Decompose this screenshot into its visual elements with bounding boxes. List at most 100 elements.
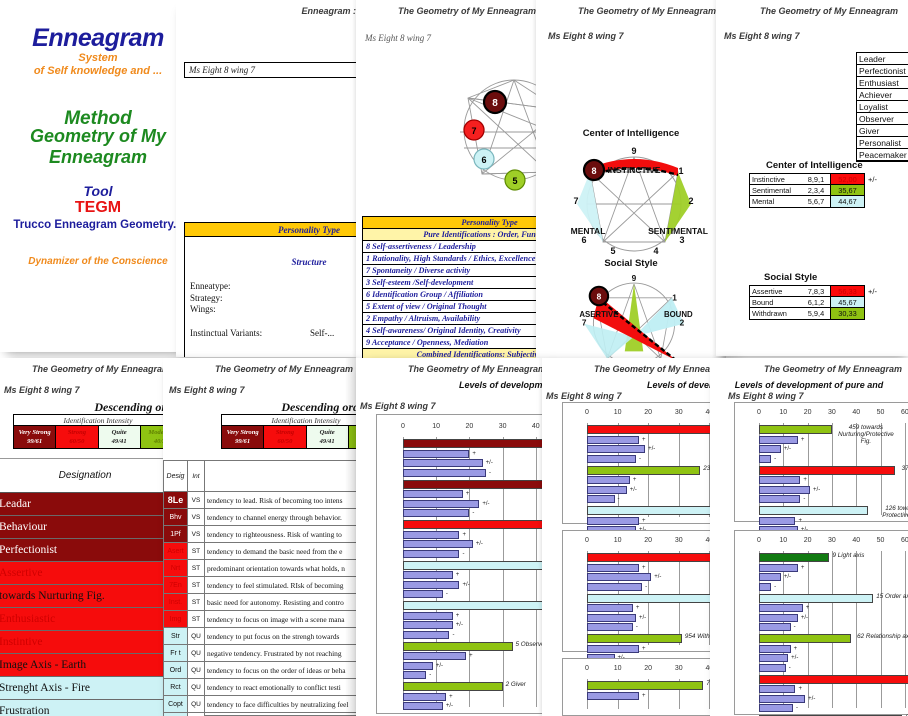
table-row[interactable]: Assertive (0, 562, 175, 585)
main-bar[interactable] (759, 506, 869, 515)
page-levels-3[interactable]: The Geometry of My Enneagram Levels of d… (710, 358, 908, 716)
sub-bar[interactable] (403, 652, 467, 660)
sub-bar[interactable] (403, 661, 433, 670)
sub-bar[interactable] (403, 630, 450, 639)
page-structure[interactable]: Enneagram : Ms Eight 8 wing 7 Personalit… (176, 0, 366, 357)
sub-bar[interactable] (587, 563, 640, 572)
sub-bar[interactable] (403, 571, 453, 579)
table-row[interactable]: Ord QU tendency to focus on the order of… (164, 662, 359, 679)
main-bar[interactable] (759, 674, 908, 684)
sub-bar[interactable] (403, 509, 470, 517)
sub-bar[interactable] (759, 445, 781, 453)
main-bar[interactable] (759, 593, 874, 603)
sub-bar[interactable] (587, 516, 640, 525)
main-bar[interactable] (403, 601, 552, 610)
table-row[interactable]: Img ST tendency to focus on image with a… (164, 611, 359, 628)
table-row[interactable]: Strenght Axis - Fire (0, 677, 175, 700)
main-bar[interactable] (759, 634, 852, 643)
table-row[interactable]: Bhv VS tendency to channel energy throug… (164, 509, 359, 526)
sub-bar[interactable] (759, 563, 798, 572)
sub-bar[interactable] (587, 573, 652, 581)
sub-bar[interactable] (587, 582, 643, 591)
sub-bar[interactable] (587, 604, 633, 612)
main-bar[interactable] (403, 682, 503, 691)
main-bar[interactable] (759, 553, 830, 562)
table-row[interactable]: Nrt ST predominant orientation towards w… (164, 560, 359, 577)
sub-bar[interactable] (587, 644, 640, 653)
page-levels-1[interactable]: The Geometry of My Enneagram Levels of d… (356, 358, 552, 716)
page-identifications[interactable]: The Geometry of My Enneagram Ms Eight 8 … (356, 0, 546, 360)
enneatype-name-list[interactable]: Leader Perfectionist Enthusiast Achiever… (856, 52, 908, 162)
table-row[interactable]: Leadar (0, 493, 175, 516)
table-row[interactable]: Image Axis - Earth (0, 654, 175, 677)
table-row[interactable]: Perfectionist (0, 539, 175, 562)
page-scores[interactable]: The Geometry of My Enneagram Ms Eight 8 … (716, 0, 908, 356)
sub-bar[interactable] (759, 454, 772, 463)
sub-bar[interactable] (403, 611, 453, 620)
user-name-field[interactable]: Ms Eight 8 wing 7 (184, 62, 366, 78)
sub-bar[interactable] (403, 468, 486, 477)
sub-bar[interactable] (759, 694, 806, 703)
page-wheels[interactable]: The Geometry of My Enneagram Ms Eight 8 … (536, 0, 726, 358)
sub-bar[interactable] (759, 704, 794, 712)
table-row[interactable]: towards Nurturing Fig. (0, 585, 175, 608)
sub-bar[interactable] (587, 485, 627, 494)
sub-bar[interactable] (759, 663, 786, 672)
sub-bar[interactable] (403, 490, 463, 498)
sub-bar[interactable] (587, 435, 640, 444)
sub-bar[interactable] (403, 621, 453, 629)
sub-bar[interactable] (587, 613, 636, 622)
page-desig-int[interactable]: The Geometry of My Enneagram Ms Eight 8 … (163, 358, 359, 716)
table-row[interactable]: Inst. ST basic need for autonomy. Resist… (164, 594, 359, 611)
type-list-item[interactable]: Loyalist (857, 101, 908, 113)
sub-bar[interactable] (403, 692, 447, 701)
sub-bar[interactable] (403, 499, 480, 508)
main-bar[interactable] (403, 641, 513, 651)
sub-bar[interactable] (403, 671, 427, 679)
sub-bar[interactable] (403, 530, 460, 539)
table-row[interactable]: Asert ST tendency to demand the basic ne… (164, 543, 359, 560)
page-designation[interactable]: The Geometry of My Enneagram Ms Eight 8 … (0, 358, 176, 716)
type-list-item[interactable]: Giver (857, 125, 908, 137)
social-style-wheel[interactable]: 8 9 1 2 7 ASERTIVE BOUND (560, 272, 708, 358)
sub-bar[interactable] (587, 454, 636, 463)
sub-bar[interactable] (403, 540, 473, 548)
sub-bar[interactable] (759, 613, 798, 622)
type-list-item[interactable]: Personalist (857, 137, 908, 149)
sub-bar[interactable] (587, 691, 640, 700)
sub-bar[interactable] (587, 445, 646, 453)
main-bar[interactable] (587, 634, 682, 643)
sub-bar[interactable] (587, 495, 615, 503)
table-row[interactable]: Behaviour (0, 516, 175, 539)
sub-bar[interactable] (759, 485, 811, 494)
sub-bar[interactable] (759, 685, 796, 693)
sub-bar[interactable] (403, 590, 443, 598)
levels-chart-b5-top[interactable]: 0 10 20 30 40 50 60 459 towards Nurturing/Prote… (734, 402, 908, 544)
sub-bar[interactable] (759, 495, 801, 503)
main-bar[interactable] (587, 681, 704, 690)
enneagram-graph[interactable]: 8 9 7 6 5 (452, 70, 546, 196)
sub-bar[interactable] (759, 476, 801, 484)
sub-bar[interactable] (587, 623, 633, 631)
sub-bar[interactable] (587, 476, 630, 484)
table-row[interactable]: 1Pf VS tendency to righteousness. Risk o… (164, 526, 359, 543)
main-bar[interactable] (403, 520, 552, 529)
sub-bar[interactable] (759, 516, 796, 525)
main-bar[interactable] (403, 439, 552, 448)
table-row[interactable]: Copt QU tendency to face difficulties by… (164, 696, 359, 713)
sub-bar[interactable] (403, 449, 470, 458)
table-row[interactable]: 7En ST tendency to feel stimulated. RIsk… (164, 577, 359, 594)
sub-bar[interactable] (759, 582, 772, 591)
sub-bar[interactable] (759, 623, 791, 631)
main-bar[interactable] (587, 465, 701, 475)
sub-bar[interactable] (759, 604, 803, 612)
table-row[interactable]: 8Le VS tendency to lead. Risk of becomin… (164, 492, 359, 509)
levels-chart-b3[interactable]: 0 10 20 30 40 + +/- - + +/- - + +/- - + +/- - + +/- -5 Obse… (376, 414, 552, 714)
type-list-item[interactable]: Leader (857, 53, 908, 65)
main-bar[interactable] (403, 479, 552, 489)
page-cover[interactable]: Enneagram System of Self knowledge and .… (0, 0, 196, 352)
main-bar[interactable] (403, 560, 552, 570)
center-of-intelligence-wheel[interactable]: 8 9 1 2 3 4 5 6 7 INSTINCTIVE MENTAL SEN… (560, 142, 708, 260)
sub-bar[interactable] (759, 573, 781, 581)
main-bar[interactable] (759, 465, 896, 475)
